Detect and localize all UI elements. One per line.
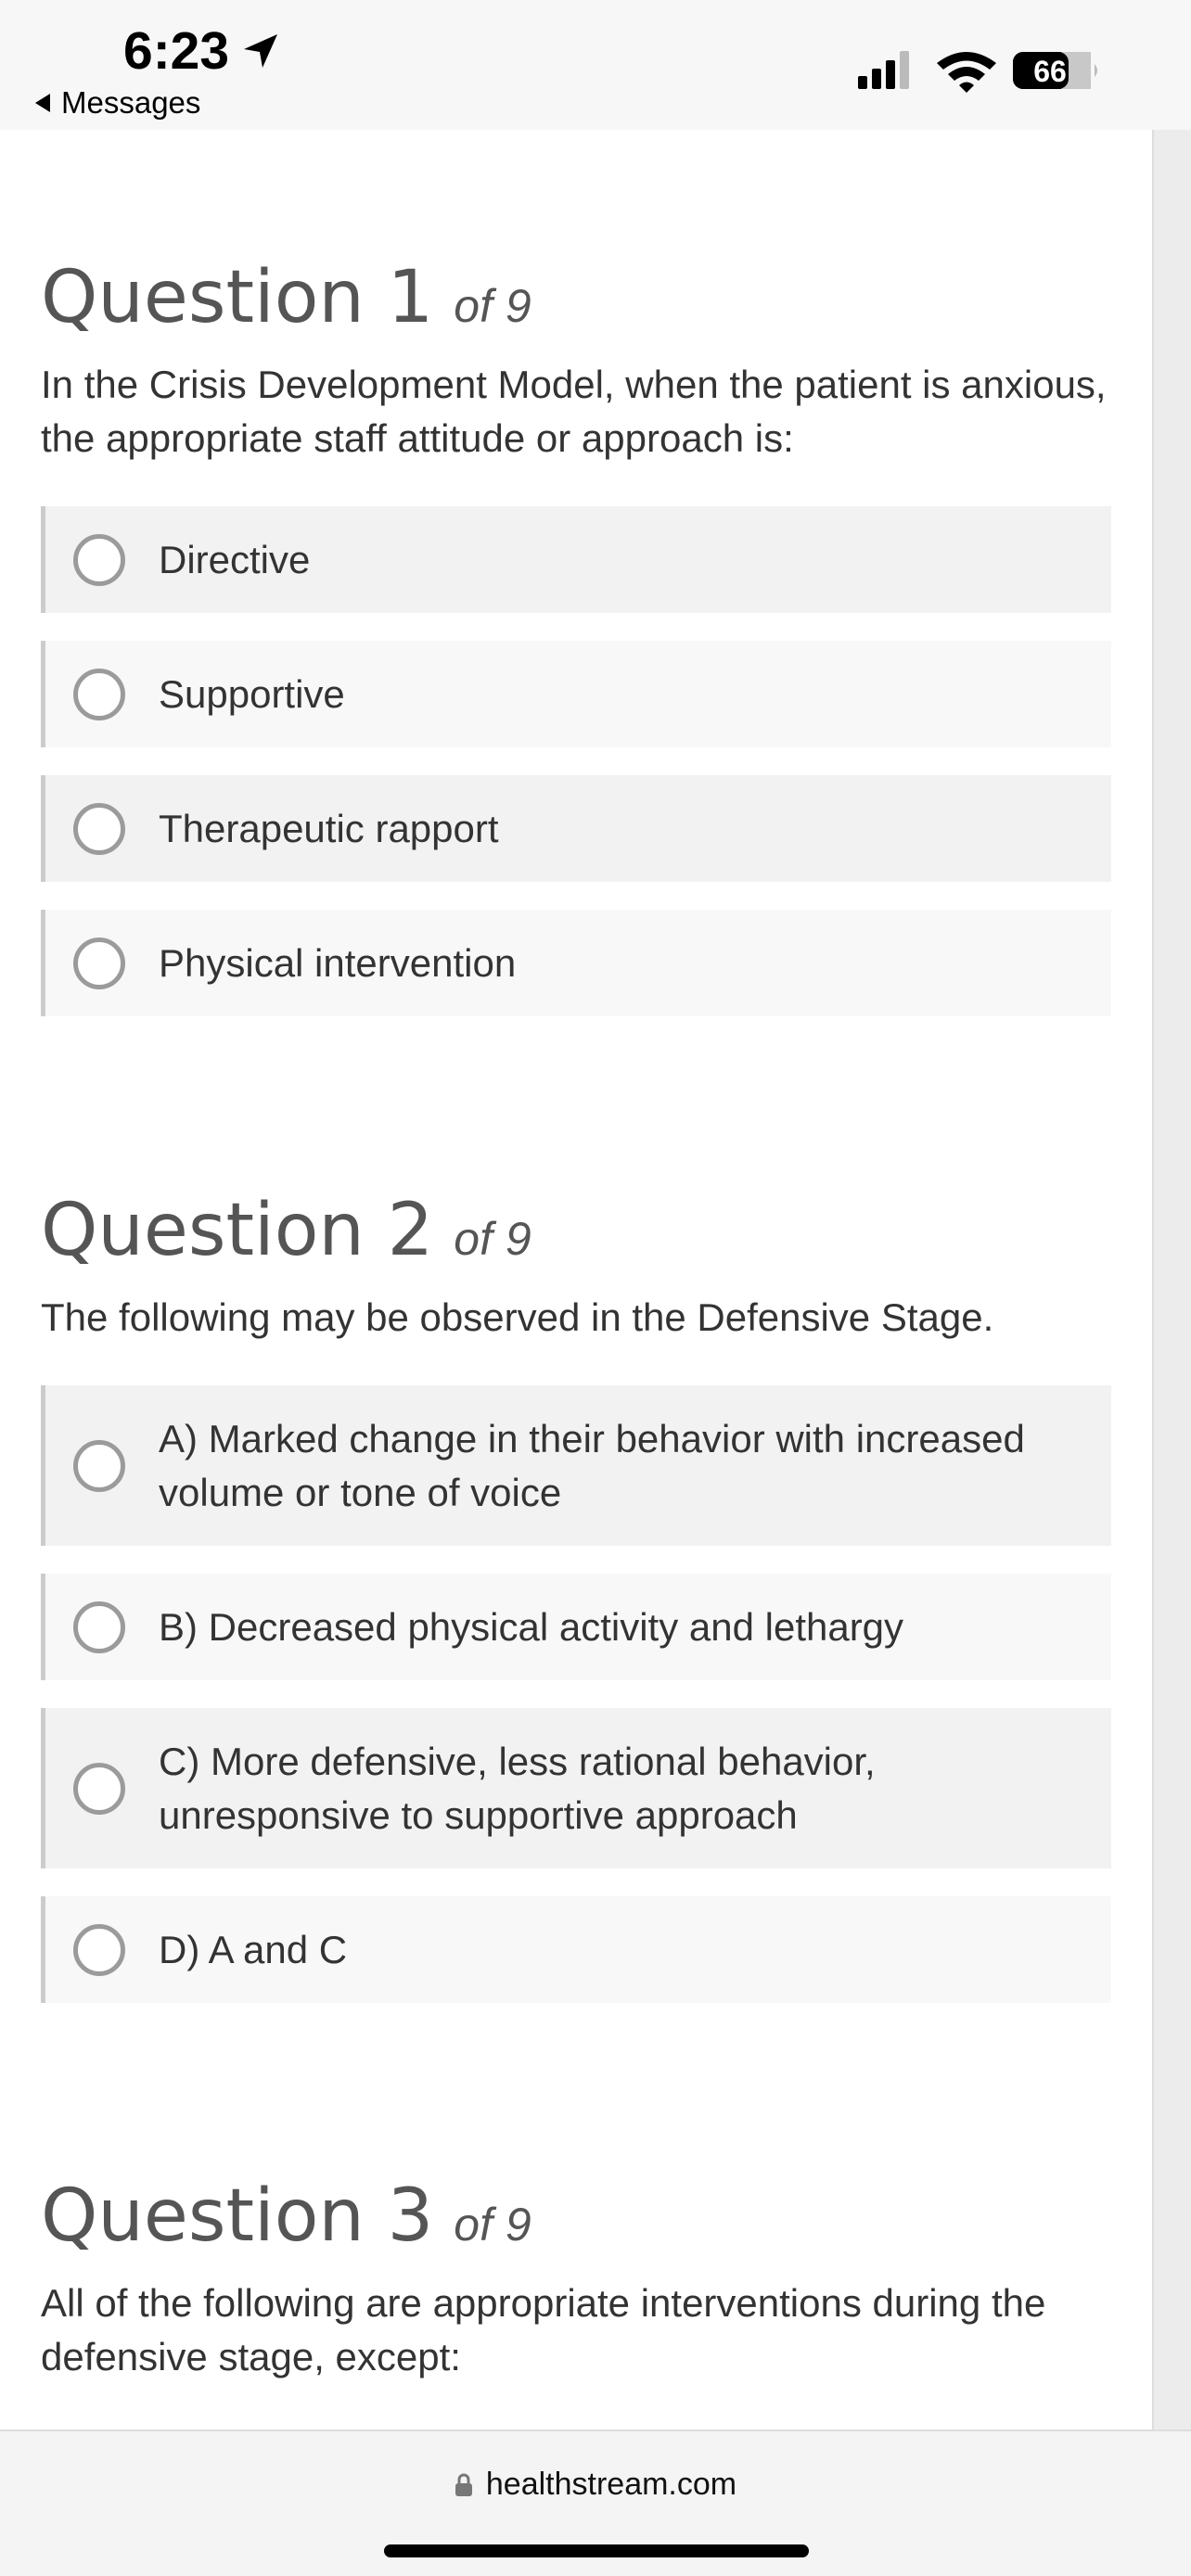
answer-option[interactable]: D) A and C: [41, 1896, 1111, 2003]
answer-option[interactable]: Directive: [41, 506, 1111, 613]
question-title: Question 3: [41, 2174, 434, 2258]
lock-icon: [455, 2473, 472, 2496]
back-label: Messages: [61, 85, 201, 120]
question-text: The following may be observed in the Def…: [41, 1295, 994, 1339]
address-bar[interactable]: healthstream.com: [0, 2467, 1191, 2503]
question-count: of 9: [454, 1213, 531, 1265]
question-text: In the Crisis Development Model, when th…: [41, 363, 1107, 460]
answer-option[interactable]: Physical intervention: [41, 910, 1111, 1016]
status-icons: 66: [858, 51, 1097, 93]
battery-icon: 66: [1013, 52, 1097, 89]
answer-options: Directive Supportive Therapeutic rapport…: [41, 506, 1111, 1016]
answer-option[interactable]: A) Marked change in their behavior with …: [41, 1385, 1111, 1546]
home-indicator[interactable]: [384, 2544, 809, 2557]
answer-option[interactable]: Therapeutic rapport: [41, 775, 1111, 882]
answer-label: Directive: [159, 537, 311, 581]
answer-label: Physical intervention: [159, 940, 517, 985]
svg-text:66: 66: [1033, 55, 1067, 88]
question-count: of 9: [454, 280, 531, 332]
answer-option[interactable]: Supportive: [41, 641, 1111, 747]
answer-option[interactable]: C) More defensive, less rational behavio…: [41, 1708, 1111, 1868]
question-title: Question 2: [41, 1189, 434, 1272]
question-heading: Question 2 of 9: [41, 1189, 1111, 1272]
back-to-messages[interactable]: Messages: [33, 85, 200, 121]
radio-button[interactable]: [73, 668, 125, 721]
wifi-icon: [937, 52, 996, 93]
scrollbar[interactable]: [1152, 130, 1191, 2429]
question-count: of 9: [454, 2199, 531, 2251]
question-2: Question 2 of 9 The following may be obs…: [41, 1189, 1111, 2031]
radio-button[interactable]: [73, 1600, 125, 1653]
url-text: healthstream.com: [485, 2467, 737, 2502]
radio-button[interactable]: [73, 533, 125, 586]
browser-bottom-bar: healthstream.com: [0, 2429, 1191, 2576]
answer-label: C) More defensive, less rational behavio…: [159, 1739, 876, 1837]
question-1: Question 1 of 9 In the Crisis Developmen…: [41, 256, 1111, 1044]
radio-button[interactable]: [73, 1923, 125, 1976]
radio-button[interactable]: [73, 937, 125, 989]
status-bar: 6:23 Messages 66: [0, 0, 1191, 130]
question-text: All of the following are appropriate int…: [41, 2281, 1046, 2378]
location-arrow-icon: [244, 34, 278, 68]
clock: 6:23: [123, 20, 281, 82]
radio-button[interactable]: [73, 1762, 125, 1815]
question-title: Question 1: [41, 256, 434, 339]
question-heading: Question 1 of 9: [41, 256, 1111, 339]
answer-label: Therapeutic rapport: [159, 806, 499, 850]
quiz-content[interactable]: Question 1 of 9 In the Crisis Developmen…: [0, 130, 1152, 2429]
answer-label: Supportive: [159, 671, 345, 716]
signal-icon: [858, 51, 909, 89]
question-heading: Question 3 of 9: [41, 2174, 1111, 2258]
time-text: 6:23: [123, 21, 230, 81]
radio-button[interactable]: [73, 1439, 125, 1492]
back-triangle-icon: [35, 94, 50, 112]
answer-label: B) Decreased physical activity and letha…: [159, 1604, 904, 1649]
radio-button[interactable]: [73, 802, 125, 855]
answer-label: D) A and C: [159, 1927, 348, 1971]
answer-label: A) Marked change in their behavior with …: [159, 1416, 1025, 1514]
answer-options: A) Marked change in their behavior with …: [41, 1385, 1111, 2003]
question-3: Question 3 of 9 All of the following are…: [41, 2174, 1111, 2384]
answer-option[interactable]: B) Decreased physical activity and letha…: [41, 1574, 1111, 1680]
